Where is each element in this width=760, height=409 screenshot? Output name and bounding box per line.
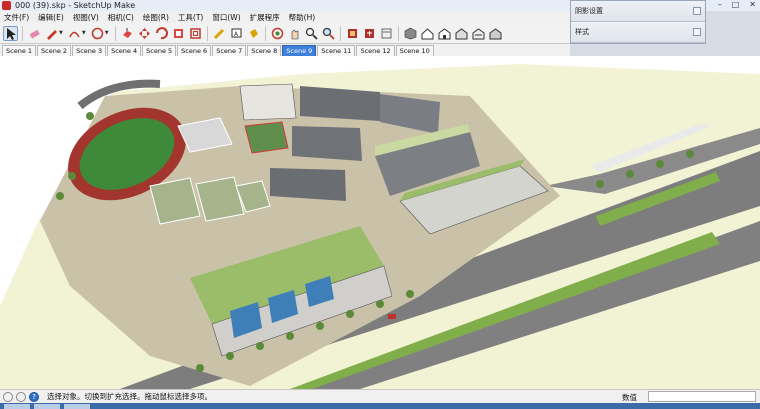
tray-panel-styles[interactable]: 样式: [571, 22, 705, 43]
move-icon[interactable]: [137, 26, 152, 41]
right-view-icon[interactable]: [454, 26, 469, 41]
left-view-icon[interactable]: [488, 26, 503, 41]
close-button[interactable]: ✕: [749, 0, 756, 9]
menu-item[interactable]: 相机(C): [108, 12, 134, 23]
tray-collapse-button[interactable]: [693, 7, 701, 15]
main-toolbar: ▼ ▼ ▼ A: [0, 23, 570, 44]
toolbar-separator: [22, 25, 23, 41]
zoom-extents-icon[interactable]: [321, 26, 336, 41]
zoom-icon[interactable]: [304, 26, 319, 41]
menu-bar: 文件(F) 编辑(E) 视图(V) 相机(C) 绘图(R) 工具(T) 窗口(W) 扩展程序帮…: [0, 11, 570, 23]
maximize-button[interactable]: □: [732, 0, 740, 9]
back-view-icon[interactable]: [471, 26, 486, 41]
toolbar-separator: [206, 25, 208, 41]
minimize-button[interactable]: –: [718, 0, 722, 9]
gym-building: [239, 83, 297, 121]
menu-item[interactable]: 窗口(W): [212, 12, 240, 23]
measurements-input[interactable]: [648, 391, 756, 402]
scene-tab[interactable]: Scene 2: [37, 45, 72, 56]
dropdown-arrow-icon[interactable]: ▼: [105, 30, 109, 36]
dropdown-arrow-icon[interactable]: ▼: [59, 30, 63, 36]
tray-collapse-button[interactable]: [693, 28, 701, 36]
taskbar-button[interactable]: [4, 404, 30, 409]
front-view-icon[interactable]: [437, 26, 452, 41]
scene-tab[interactable]: Scene 6: [177, 45, 212, 56]
tray-panel-shadows[interactable]: 阴影设置: [571, 1, 705, 22]
select-icon[interactable]: [3, 25, 18, 41]
orbit-icon[interactable]: [270, 26, 285, 41]
push-pull-icon[interactable]: [120, 26, 135, 41]
toolbar-separator: [339, 25, 341, 41]
menu-item[interactable]: 工具(T): [178, 12, 203, 23]
classroom-building: [292, 126, 362, 161]
taskbar-button[interactable]: [64, 404, 90, 409]
default-tray: 阴影设置 样式: [570, 0, 706, 44]
layout-icon[interactable]: [379, 26, 394, 41]
scene-tab[interactable]: Scene 9: [282, 45, 317, 56]
window-controls: – □ ✕: [718, 0, 756, 9]
scene-tab[interactable]: Scene 7: [212, 45, 247, 56]
scene-tab[interactable]: Scene 8: [247, 45, 282, 56]
menu-item[interactable]: 编辑(E): [38, 12, 64, 23]
dropdown-arrow-icon[interactable]: ▼: [82, 30, 86, 36]
toolbar-separator: [114, 25, 116, 41]
scene-tab[interactable]: Scene 4: [107, 45, 142, 56]
credits-icon[interactable]: [16, 391, 26, 402]
pan-icon[interactable]: [287, 26, 302, 41]
rotate-icon[interactable]: [154, 26, 169, 41]
car: [388, 314, 396, 319]
text-icon[interactable]: A: [229, 26, 244, 41]
iso-view-icon[interactable]: [403, 26, 418, 41]
window-background: [706, 11, 760, 56]
scene-tab[interactable]: Scene 11: [317, 45, 356, 56]
scene-tabs: Scene 1 Scene 2 Scene 3 Scene 4 Scene 5 Scene…: [0, 44, 570, 56]
top-view-icon[interactable]: [420, 26, 435, 41]
scene-tab[interactable]: Scene 5: [142, 45, 177, 56]
paint-bucket-icon[interactable]: [246, 26, 261, 41]
scale-icon[interactable]: [171, 26, 186, 41]
tape-measure-icon[interactable]: [212, 26, 227, 41]
court: [244, 121, 289, 154]
classroom-building: [270, 168, 346, 201]
tray-label-shadows: 阴影设置: [575, 7, 603, 15]
toolbar-separator: [264, 25, 266, 41]
menu-item[interactable]: 扩展程序: [250, 12, 280, 23]
sketchup-app-icon: [2, 1, 11, 10]
scene-tab[interactable]: Scene 1: [2, 45, 37, 56]
instructor-icon[interactable]: ?: [29, 391, 39, 402]
scene-tab[interactable]: Scene 10: [395, 45, 434, 56]
menu-item[interactable]: 帮助(H): [289, 12, 316, 23]
menu-item[interactable]: 视图(V): [73, 12, 99, 23]
classroom-building: [300, 86, 380, 121]
os-taskbar: [0, 403, 760, 409]
school-campus-model: [0, 56, 760, 389]
rectangle-icon[interactable]: [90, 26, 105, 41]
geolocation-icon[interactable]: [3, 391, 13, 402]
status-hint: 选择对象。切换到扩充选择。拖动鼠标选择多项。: [47, 392, 212, 401]
eraser-icon[interactable]: [27, 26, 42, 41]
extension-warehouse-icon[interactable]: [362, 26, 377, 41]
menu-item[interactable]: 文件(F): [4, 12, 29, 23]
scene-tab[interactable]: Scene 12: [356, 45, 395, 56]
offset-icon[interactable]: [188, 26, 203, 41]
tray-label-styles: 样式: [575, 28, 589, 36]
toolbar-separator: [397, 25, 399, 41]
window-title: 000 (39).skp - SketchUp Make: [15, 1, 136, 10]
arc-icon[interactable]: [67, 26, 82, 41]
menu-item[interactable]: 绘图(R): [143, 12, 169, 23]
scene-tab[interactable]: Scene 3: [72, 45, 107, 56]
warehouse-icon[interactable]: [345, 26, 360, 41]
status-bar: ? 选择对象。切换到扩充选择。拖动鼠标选择多项。 数值: [0, 389, 760, 403]
measurements-label: 数值: [622, 393, 637, 402]
pencil-icon[interactable]: [44, 26, 59, 41]
taskbar-button[interactable]: [34, 404, 60, 409]
drawing-viewport[interactable]: [0, 56, 760, 389]
